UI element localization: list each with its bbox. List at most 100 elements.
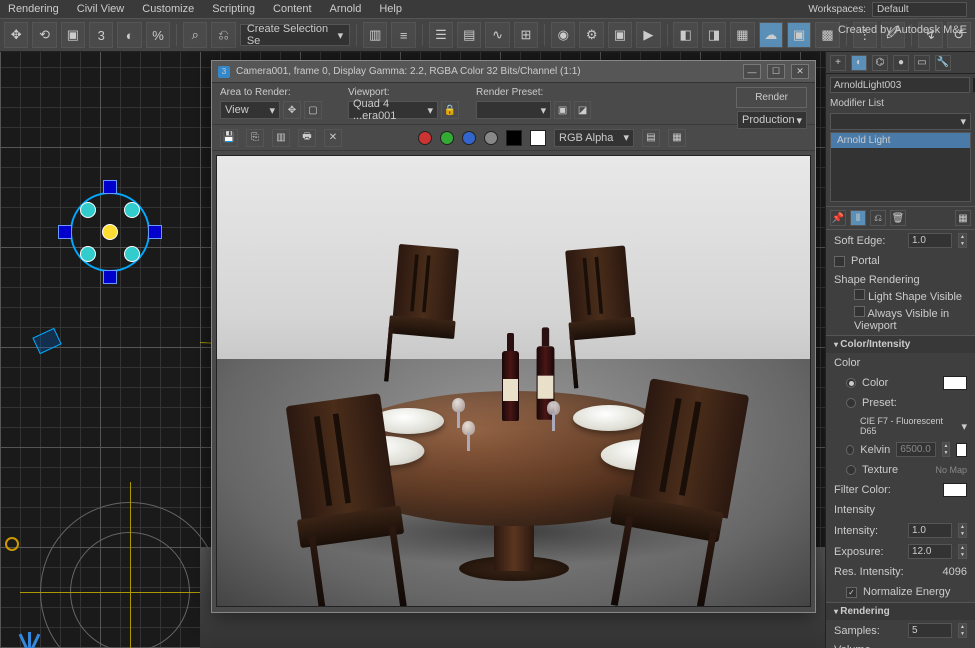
scene-explorer-icon[interactable]: ▤ <box>457 22 481 48</box>
configure-sets-icon[interactable]: ▦ <box>955 210 971 226</box>
tool-icon-f[interactable]: ▩ <box>815 22 839 48</box>
percent-snap-icon[interactable]: % <box>146 22 170 48</box>
samples-spinner[interactable] <box>958 623 967 638</box>
portal-checkbox[interactable] <box>834 256 845 267</box>
channel-mono-icon[interactable] <box>506 130 522 146</box>
clone-image-icon[interactable]: ▥ <box>272 129 290 147</box>
production-dropdown[interactable]: Production▾ <box>737 111 807 129</box>
channel-bg-swatch[interactable] <box>530 130 546 146</box>
scale-tool-icon[interactable]: ▣ <box>61 22 85 48</box>
render-preset-dropdown[interactable]: ▾ <box>476 101 551 119</box>
normalize-checkbox[interactable]: ✓ <box>846 587 857 598</box>
align-tool-icon[interactable]: ≡ <box>391 22 415 48</box>
tool-icon-a[interactable]: ◧ <box>673 22 697 48</box>
viewport-dropdown[interactable]: Quad 4 ...era001▾ <box>348 101 438 119</box>
channel-blue-icon[interactable] <box>462 131 476 145</box>
tool-icon-e[interactable]: ▣ <box>787 22 811 48</box>
save-image-icon[interactable]: 💾 <box>220 129 238 147</box>
rendering-rollout[interactable]: Rendering <box>826 602 975 620</box>
menu-civilview[interactable]: Civil View <box>77 3 124 15</box>
channel-dropdown[interactable]: RGB Alpha▾ <box>554 129 634 147</box>
toggle-overlay-a-icon[interactable]: ▤ <box>642 129 660 147</box>
tool-icon-b[interactable]: ◨ <box>702 22 726 48</box>
intensity-spinner[interactable] <box>958 523 967 538</box>
texture-map-button[interactable]: No Map <box>935 465 967 475</box>
menu-content[interactable]: Content <box>273 3 312 15</box>
utilities-tab-icon[interactable]: 🔧 <box>935 55 951 71</box>
area-pick-icon[interactable]: ✥ <box>283 101 301 119</box>
color-intensity-rollout[interactable]: Color/Intensity <box>826 335 975 353</box>
tool-icon-d[interactable]: ☁ <box>759 22 783 48</box>
exposure-spinner[interactable] <box>958 544 967 559</box>
maximize-button[interactable]: ☐ <box>767 64 785 79</box>
kelvin-spinner[interactable] <box>942 442 949 457</box>
motion-tab-icon[interactable]: ● <box>893 55 909 71</box>
object-name-input[interactable] <box>830 77 970 93</box>
show-end-result-icon[interactable]: Ⅱ <box>850 210 866 226</box>
menu-help[interactable]: Help <box>379 3 402 15</box>
stack-item-arnold-light[interactable]: Arnold Light <box>831 133 970 148</box>
close-button[interactable]: ✕ <box>791 64 809 79</box>
print-image-icon[interactable]: 🖶 <box>298 129 316 147</box>
angle-snap-icon[interactable]: ◐ <box>117 22 141 48</box>
make-unique-icon[interactable]: ⎌ <box>870 210 886 226</box>
area-to-render-dropdown[interactable]: View▾ <box>220 101 280 119</box>
exposure-input[interactable] <box>908 544 952 559</box>
rotate-tool-icon[interactable]: ⟲ <box>32 22 56 48</box>
preset-icon-a[interactable]: ▣ <box>554 101 571 119</box>
selection-set-dropdown[interactable]: Create Selection Se▾ <box>240 24 350 46</box>
link-tool-icon[interactable]: ⎌ <box>211 22 235 48</box>
move-tool-icon[interactable]: ✥ <box>4 22 28 48</box>
channel-alpha-icon[interactable] <box>484 131 498 145</box>
schematic-view-icon[interactable]: ⊞ <box>514 22 538 48</box>
light-shape-visible-checkbox[interactable] <box>854 289 865 300</box>
preset-radio[interactable] <box>846 398 856 408</box>
render-output-image[interactable] <box>216 155 811 607</box>
menu-rendering[interactable]: Rendering <box>8 3 59 15</box>
selection-filter-icon[interactable]: ⌕ <box>183 22 207 48</box>
menu-scripting[interactable]: Scripting <box>212 3 255 15</box>
workspaces-input[interactable] <box>872 2 967 17</box>
modifier-list-dropdown[interactable]: ▾ <box>830 113 971 130</box>
tool-icon-c[interactable]: ▦ <box>730 22 754 48</box>
modify-tab-icon[interactable]: ◐ <box>851 55 867 71</box>
mirror-tool-icon[interactable]: ▥ <box>363 22 387 48</box>
copy-image-icon[interactable]: ⎘ <box>246 129 264 147</box>
layer-explorer-icon[interactable]: ☰ <box>429 22 453 48</box>
channel-red-icon[interactable] <box>418 131 432 145</box>
preset-icon-b[interactable]: ◪ <box>574 101 591 119</box>
material-editor-icon[interactable]: ◉ <box>551 22 575 48</box>
render-button[interactable]: Render <box>736 87 807 108</box>
toggle-overlay-b-icon[interactable]: ▦ <box>668 129 686 147</box>
menu-arnold[interactable]: Arnold <box>330 3 362 15</box>
color-swatch[interactable] <box>943 376 967 390</box>
texture-radio[interactable] <box>846 465 856 475</box>
intensity-input[interactable] <box>908 523 952 538</box>
curve-editor-icon[interactable]: ∿ <box>485 22 509 48</box>
snap-3-icon[interactable]: 3 <box>89 22 113 48</box>
display-tab-icon[interactable]: ▭ <box>914 55 930 71</box>
kelvin-swatch[interactable] <box>956 443 967 457</box>
soft-edge-input[interactable] <box>908 233 952 248</box>
light-gizmo-bottom[interactable] <box>40 502 220 648</box>
soft-edge-spinner[interactable] <box>958 233 967 248</box>
kelvin-input[interactable] <box>896 442 936 457</box>
render-frame-icon[interactable]: ▣ <box>608 22 632 48</box>
clear-image-icon[interactable]: ✕ <box>324 129 342 147</box>
remove-modifier-icon[interactable]: 🗑 <box>890 210 906 226</box>
always-visible-checkbox[interactable] <box>854 306 865 317</box>
area-region-icon[interactable]: ▢ <box>304 101 322 119</box>
modifier-stack[interactable]: Arnold Light <box>830 132 971 202</box>
minimize-button[interactable]: — <box>743 64 761 79</box>
quick-render-icon[interactable]: ▶ <box>636 22 660 48</box>
samples-input[interactable] <box>908 623 952 638</box>
pin-stack-icon[interactable]: 📌 <box>830 210 846 226</box>
color-radio[interactable] <box>846 378 856 388</box>
channel-green-icon[interactable] <box>440 131 454 145</box>
render-setup-icon[interactable]: ⚙ <box>579 22 603 48</box>
render-window-titlebar[interactable]: 3 Camera001, frame 0, Display Gamma: 2.2… <box>212 61 815 83</box>
hierarchy-tab-icon[interactable]: ⌬ <box>872 55 888 71</box>
create-tab-icon[interactable]: + <box>830 55 846 71</box>
kelvin-radio[interactable] <box>846 445 854 455</box>
menu-customize[interactable]: Customize <box>142 3 194 15</box>
